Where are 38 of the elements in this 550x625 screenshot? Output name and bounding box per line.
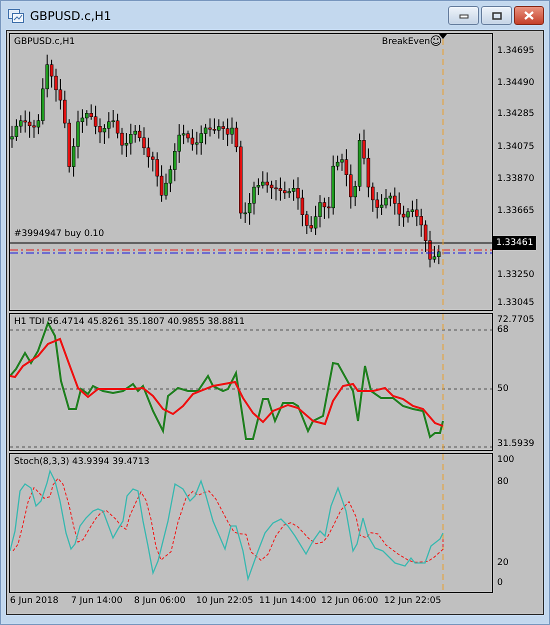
- axis-label: 1.33250: [497, 269, 534, 282]
- indicator-label: H1 TDI 56.4714 45.8261 35.1807 40.9855 38.8811: [14, 316, 245, 328]
- order-label: #3994947 buy 0.10: [14, 228, 104, 240]
- axis-label: 100: [497, 454, 514, 467]
- axis-label: 31.5939: [497, 438, 534, 451]
- time-label: 12 Jun 22:05: [384, 596, 442, 606]
- minimize-button[interactable]: [448, 6, 479, 25]
- time-label: 7 Jun 14:00: [71, 596, 122, 606]
- axis-label: 20: [497, 557, 509, 570]
- axis-label: 0: [497, 577, 503, 590]
- time-label: 11 Jun 14:00: [259, 596, 316, 606]
- window-title: GBPUSD.c,H1: [30, 8, 112, 22]
- maximize-icon: [492, 12, 502, 20]
- expert-label: BreakEven: [382, 36, 430, 48]
- smiley-icon: ☺: [430, 34, 442, 48]
- close-icon: [524, 11, 534, 20]
- current-price-label: 1.33461: [493, 236, 536, 250]
- chart-icon: [8, 8, 24, 22]
- axis-label: 1.34285: [497, 108, 534, 121]
- symbol-label: GBPUSD.c,H1: [14, 36, 75, 48]
- axis-label: 68: [497, 324, 509, 337]
- minimize-icon: [458, 12, 468, 18]
- axis-label: 1.33870: [497, 173, 534, 186]
- maximize-button[interactable]: [481, 6, 512, 25]
- axis-label: 72.7705: [497, 314, 534, 325]
- time-label: 8 Jun 06:00: [134, 596, 186, 606]
- axis-label: 80: [497, 476, 509, 489]
- axis-label: 1.33045: [497, 297, 534, 310]
- axis-label: 1.34075: [497, 141, 534, 154]
- time-label: 12 Jun 06:00: [321, 596, 378, 606]
- indicator-label: Stoch(8,3,3) 43.9394 39.4713: [14, 456, 150, 468]
- axis-label: 1.34695: [497, 45, 534, 58]
- axis-label: 1.34490: [497, 77, 534, 90]
- time-label: 10 Jun 22:05: [196, 596, 254, 606]
- close-button[interactable]: [514, 6, 544, 25]
- axis-label: 1.33665: [497, 205, 534, 218]
- axis-label: 50: [497, 383, 509, 396]
- time-label: 6 Jun 2018: [10, 596, 58, 606]
